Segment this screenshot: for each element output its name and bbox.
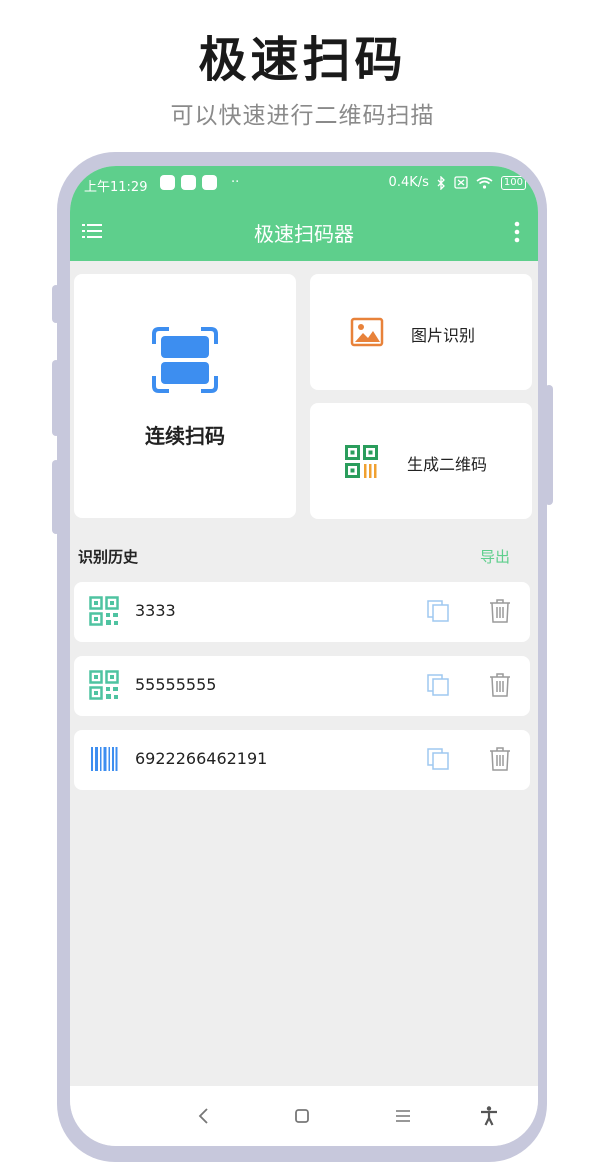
phone-side-button <box>52 460 60 534</box>
copy-icon[interactable] <box>426 673 450 697</box>
image-icon <box>350 317 384 347</box>
history-item-text: 55555555 <box>135 675 217 694</box>
image-recognition-label: 图片识别 <box>411 326 476 345</box>
wifi-icon <box>476 177 493 189</box>
app-bar: 上午11:29 ·· 0.4K/s 100 极速扫码器 <box>70 166 538 261</box>
qrcode-icon <box>89 596 119 626</box>
phone-side-button <box>545 385 553 505</box>
list-item[interactable]: 3333 <box>74 582 530 642</box>
qr-generate-icon <box>345 445 378 478</box>
barcode-icon <box>91 747 118 771</box>
bluetooth-icon <box>437 175 445 190</box>
promo-subtitle: 可以快速进行二维码扫描 <box>170 103 435 129</box>
promo-title: 极速扫码 <box>198 32 407 88</box>
delete-icon[interactable] <box>489 746 511 772</box>
copy-icon[interactable] <box>426 747 450 771</box>
phone-screen: 上午11:29 ·· 0.4K/s 100 极速扫码器 连续扫码 图片识别 生成… <box>70 166 538 1146</box>
app-title: 极速扫码器 <box>254 222 354 246</box>
shield-icon <box>181 175 196 190</box>
status-bar: 上午11:29 ·· 0.4K/s 100 <box>70 170 538 198</box>
more-vert-icon[interactable] <box>514 221 520 243</box>
phone-side-button <box>52 285 60 323</box>
status-right: 0.4K/s 100 <box>389 175 526 190</box>
generate-qr-label: 生成二维码 <box>407 455 488 474</box>
history-item-text: 6922266462191 <box>135 749 268 768</box>
export-link[interactable]: 导出 <box>480 546 510 567</box>
back-icon[interactable] <box>192 1104 216 1128</box>
list-item[interactable]: 6922266462191 <box>74 730 530 790</box>
qrcode-icon <box>89 670 119 700</box>
status-time: 上午11:29 <box>84 180 148 195</box>
generate-qr-card[interactable]: 生成二维码 <box>310 403 532 519</box>
copy-icon[interactable] <box>426 599 450 623</box>
status-dots: ·· <box>231 175 240 190</box>
battery-icon: 100 <box>500 175 526 190</box>
network-speed: 0.4K/s <box>388 175 429 190</box>
recents-icon[interactable] <box>391 1104 415 1128</box>
scan-icon <box>152 327 218 393</box>
continuous-scan-label: 连续扫码 <box>145 424 225 448</box>
shield-icon <box>160 175 175 190</box>
phone-side-button <box>52 360 60 436</box>
accessibility-icon[interactable] <box>477 1104 501 1128</box>
delete-icon[interactable] <box>489 598 511 624</box>
list-item[interactable]: 55555555 <box>74 656 530 716</box>
history-title: 识别历史 <box>78 548 139 566</box>
continuous-scan-card[interactable]: 连续扫码 <box>74 274 296 518</box>
image-recognition-card[interactable]: 图片识别 <box>310 274 532 390</box>
history-item-text: 3333 <box>135 601 176 620</box>
cloud-icon <box>202 175 217 190</box>
delete-icon[interactable] <box>489 672 511 698</box>
no-sim-icon <box>454 176 468 189</box>
home-icon[interactable] <box>290 1104 314 1128</box>
status-notification-icons: ·· <box>160 175 239 190</box>
system-nav-bar <box>70 1086 538 1146</box>
